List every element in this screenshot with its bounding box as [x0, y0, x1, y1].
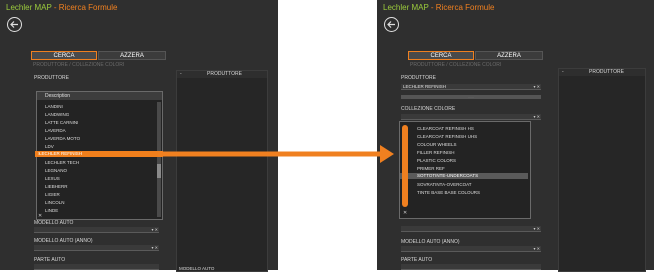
connector-arrow-icon — [158, 145, 394, 163]
